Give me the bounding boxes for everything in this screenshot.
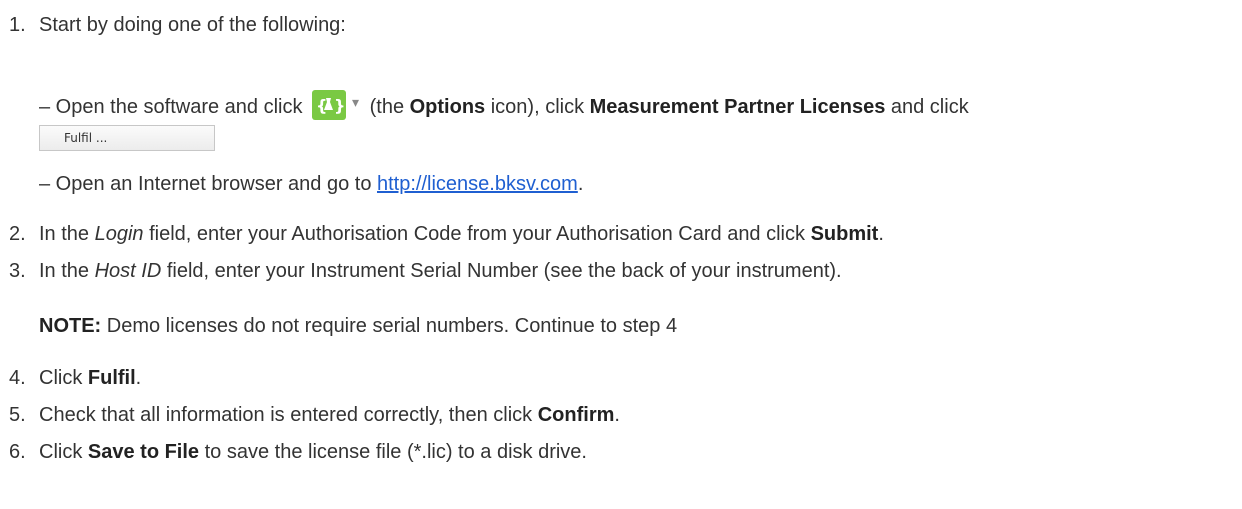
chevron-down-icon: ▾ <box>352 94 360 110</box>
step-text: In the Host ID field, enter your Instrum… <box>39 259 842 283</box>
licenses-label: Measurement Partner Licenses <box>589 96 886 118</box>
option-text: icon), click <box>485 96 590 118</box>
step-text-part: . <box>878 223 884 245</box>
note: NOTE: Demo licenses do not require seria… <box>39 314 677 338</box>
step-number: 2. <box>9 223 26 245</box>
option-open-software: – Open the software and click {} ▾ (the O… <box>39 90 969 120</box>
option-text: – Open the software and click <box>39 96 309 118</box>
license-link[interactable]: http://license.bksv.com <box>377 173 578 195</box>
step-text-part: . <box>135 367 142 389</box>
step-text-part: field, enter your Instrument Serial Numb… <box>161 260 842 282</box>
options-label: Options <box>409 96 486 118</box>
step-text-part: Click <box>39 441 88 463</box>
step-text: Click Fulfil. <box>39 366 141 390</box>
option-text: – Open an Internet browser and go to <box>39 173 377 195</box>
svg-text:{: { <box>316 96 327 115</box>
option-text: and click <box>885 96 969 118</box>
step-text: Check that all information is entered co… <box>39 403 620 427</box>
step-text-part: Check that all information is entered co… <box>39 404 538 426</box>
option-open-browser: – Open an Internet browser and go to htt… <box>39 172 583 196</box>
svg-text:}: } <box>334 96 345 115</box>
step-text-part: In the <box>39 260 95 282</box>
note-text: Demo licenses do not require serial numb… <box>101 315 678 337</box>
action-label: Confirm <box>537 404 615 426</box>
step-text-part: Click <box>39 367 88 389</box>
fulfil-button[interactable]: Fulfil ... <box>39 125 215 151</box>
step-text-part: field, enter your Authorisation Code fro… <box>143 223 811 245</box>
option-text: . <box>577 173 584 195</box>
field-name: Host ID <box>94 260 162 282</box>
action-label: Fulfil <box>87 367 136 389</box>
option-text: (the <box>364 96 410 118</box>
options-icon[interactable]: {} <box>312 90 347 120</box>
step-text-part: to save the license file (*.lic) to a di… <box>199 441 587 463</box>
step-text-part: In the <box>39 223 95 245</box>
step-text: Start by doing one of the following: <box>39 14 346 36</box>
step-number: 3. <box>9 260 26 282</box>
step-number: 4. <box>9 367 26 389</box>
action-label: Submit <box>810 223 879 245</box>
step-number: 6. <box>9 441 26 463</box>
field-name: Login <box>94 223 144 245</box>
step-text: In the Login field, enter your Authorisa… <box>39 222 884 246</box>
action-label: Save to File <box>87 441 200 463</box>
step-number: 5. <box>9 404 26 426</box>
step-text: Click Save to File to save the license f… <box>39 440 587 464</box>
step-number: 1. <box>9 14 26 36</box>
note-label: NOTE: <box>39 315 102 337</box>
step-text-part: . <box>614 404 620 426</box>
